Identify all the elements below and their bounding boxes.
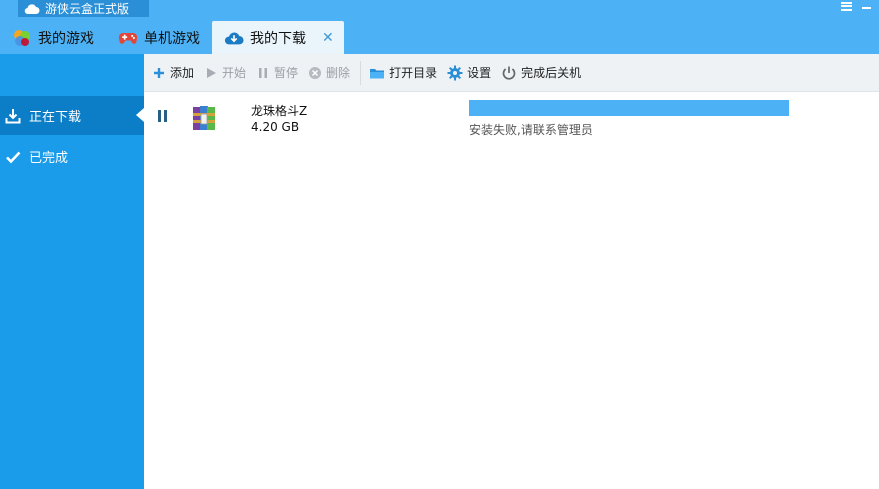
- window-controls: [841, 0, 879, 12]
- shutdown-after-button[interactable]: 完成后关机: [499, 54, 589, 92]
- download-name: 龙珠格斗Z: [251, 104, 308, 118]
- settings-button[interactable]: 设置: [445, 54, 499, 92]
- start-label: 开始: [222, 66, 247, 80]
- gear-icon: [447, 65, 463, 80]
- download-row[interactable]: 龙珠格斗Z 4.20 GB 安装失败,请联系管理员: [144, 92, 879, 140]
- download-list: 龙珠格斗Z 4.20 GB 安装失败,请联系管理员: [144, 92, 879, 489]
- sidebar-item-downloading[interactable]: 正在下载: [0, 96, 144, 135]
- open-directory-button[interactable]: 打开目录: [367, 54, 445, 92]
- download-status: 安装失败,请联系管理员: [469, 123, 593, 137]
- tab-single-games[interactable]: 单机游戏: [106, 21, 212, 54]
- delete-button[interactable]: 删除: [306, 54, 358, 92]
- app-title: 游侠云盒正式版: [45, 1, 130, 16]
- download-icon: [5, 108, 21, 123]
- sidebar-item-label: 已完成: [29, 151, 69, 166]
- tab-label: 我的游戏: [38, 30, 94, 47]
- sidebar: 正在下载 已完成: [0, 54, 144, 489]
- minimize-icon[interactable]: [862, 7, 871, 9]
- pause-button[interactable]: 暂停: [254, 54, 306, 92]
- gamepad-icon: [118, 32, 138, 44]
- pause-icon: [259, 67, 268, 78]
- open-directory-label: 打开目录: [389, 66, 438, 80]
- download-progress-bar: [469, 100, 789, 116]
- colorful-balls-icon: [14, 29, 30, 46]
- sidebar-item-completed[interactable]: 已完成: [0, 137, 144, 176]
- cloud-icon: [24, 3, 40, 14]
- delete-label: 删除: [326, 66, 351, 80]
- toolbar: 添加 开始 暂停 删除 打开目录 设置 完成后关机: [144, 54, 879, 92]
- check-icon: [6, 151, 21, 163]
- title-bar: 游侠云盒正式版 我的游戏 单机游戏 我的下载 ✕: [0, 0, 879, 54]
- tab-my-games[interactable]: 我的游戏: [0, 21, 106, 54]
- sidebar-item-label: 正在下载: [29, 110, 82, 125]
- download-size: 4.20 GB: [251, 120, 300, 134]
- start-button[interactable]: 开始: [202, 54, 254, 92]
- toolbar-divider: [360, 60, 362, 85]
- settings-label: 设置: [467, 66, 492, 80]
- add-button[interactable]: 添加: [150, 54, 202, 92]
- folder-icon: [370, 68, 385, 78]
- plus-icon: [154, 67, 164, 78]
- tab-label: 单机游戏: [144, 30, 200, 47]
- app-badge: 游侠云盒正式版: [18, 0, 149, 17]
- tab-close-icon[interactable]: ✕: [322, 30, 334, 46]
- delete-circle-icon: [309, 66, 322, 79]
- archive-file-icon: [193, 106, 215, 130]
- tab-my-downloads[interactable]: 我的下载 ✕: [212, 21, 344, 54]
- pause-label: 暂停: [274, 66, 299, 80]
- row-pause-icon[interactable]: [158, 110, 168, 122]
- power-icon: [502, 66, 516, 80]
- download-progress-fill: [469, 100, 789, 116]
- shutdown-after-label: 完成后关机: [521, 66, 582, 80]
- cloud-download-icon: [224, 31, 244, 44]
- play-icon: [207, 67, 217, 78]
- add-label: 添加: [170, 66, 195, 80]
- tab-bar: 我的游戏 单机游戏 我的下载 ✕: [0, 21, 344, 54]
- tab-label: 我的下载: [250, 30, 306, 47]
- menu-icon[interactable]: [841, 1, 852, 11]
